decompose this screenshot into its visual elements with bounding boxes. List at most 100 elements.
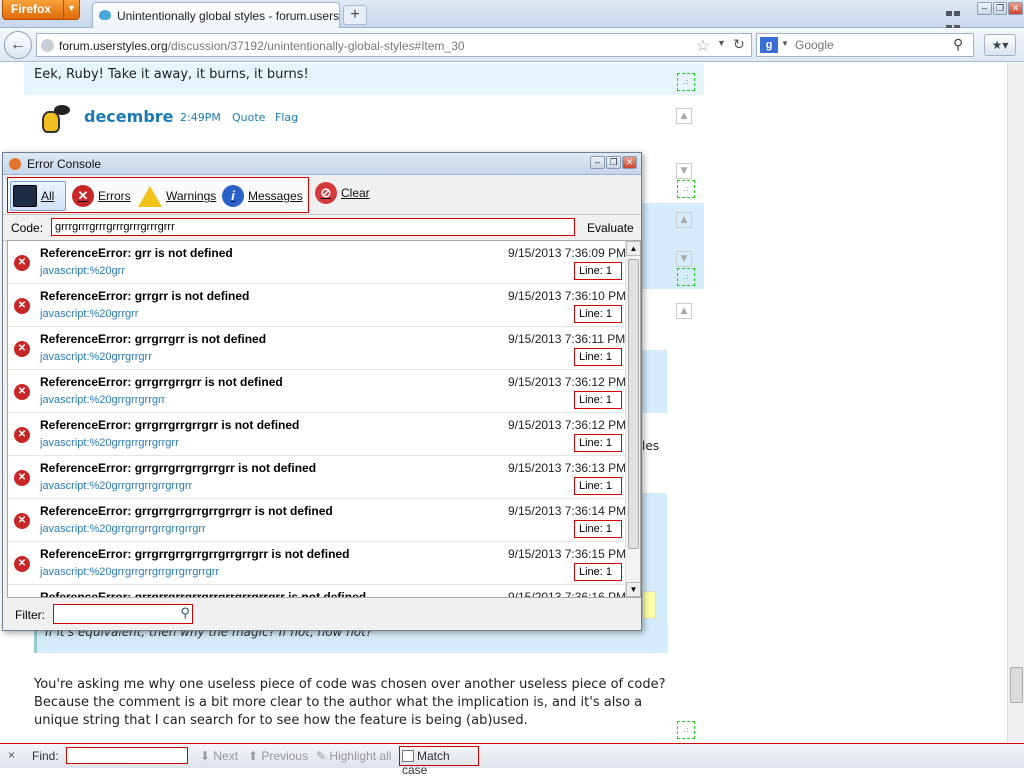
log-entry[interactable]: ✕ ReferenceError: grrgrrgrrgrrgrrgrr is n… [8, 456, 640, 499]
log-entry[interactable]: ✕ ReferenceError: grrgrrgrrgrr is not def… [8, 370, 640, 413]
close-icon[interactable]: × [8, 748, 15, 762]
error-source-link[interactable]: javascript:%20grrgrrgrrgrrgrrgrrgrrgrr [40, 566, 219, 578]
error-source-link[interactable]: javascript:%20grrgrrgrrgrrgrr [40, 437, 179, 449]
comment-header: decembre 2:49PM Quote Flag [24, 103, 704, 143]
code-scroll-down-icon[interactable]: ▼ [676, 163, 692, 179]
code-scroll-up-icon[interactable]: ▲ [676, 108, 692, 124]
scroll-up-icon[interactable]: ▲ [626, 241, 640, 256]
error-message: ReferenceError: grr is not defined [40, 246, 233, 260]
bookmarks-menu-button[interactable]: ★▾ [984, 34, 1016, 56]
url-bar[interactable]: forum.userstyles.org/discussion/37192/un… [36, 33, 752, 57]
close-icon[interactable]: ✕ [1008, 2, 1024, 15]
highlight-all-button[interactable]: ✎ Highlight all [316, 749, 391, 763]
filter-errors-label: Errors [98, 189, 131, 203]
error-source-link[interactable]: javascript:%20grrgrr [40, 308, 138, 320]
navigation-toolbar: ← forum.userstyles.org/discussion/37192/… [0, 28, 1024, 62]
url-text[interactable]: forum.userstyles.org/discussion/37192/un… [59, 39, 465, 53]
code-scroll-up-icon[interactable]: ▲ [676, 303, 692, 319]
error-timestamp: 9/15/2013 7:36:13 PM [508, 461, 627, 475]
error-icon: ✕ [14, 255, 30, 271]
search-bar: g ▼ ⚲ [756, 33, 974, 57]
highlighter-icon: ✎ [316, 749, 330, 763]
resize-grip-icon[interactable]: .: [677, 73, 695, 91]
error-message: ReferenceError: grrgrr is not defined [40, 289, 250, 303]
filter-label: Filter: [15, 608, 45, 622]
console-titlebar[interactable]: Error Console – ❐ ✕ [3, 153, 641, 175]
url-history-chevron-icon[interactable]: ▼ [717, 38, 726, 48]
filter-messages-button[interactable]: i Messages [222, 181, 303, 211]
scrollbar-thumb[interactable] [628, 259, 639, 549]
flag-link[interactable]: Flag [275, 111, 298, 124]
error-source-link[interactable]: javascript:%20grrgrrgrr [40, 351, 152, 363]
error-timestamp: 9/15/2013 7:36:14 PM [508, 504, 627, 518]
minimize-icon[interactable]: – [590, 156, 605, 169]
checkbox-icon[interactable] [402, 750, 414, 762]
filter-input[interactable]: ⚲ [53, 604, 193, 624]
tab-groups-icon[interactable] [945, 6, 961, 30]
magnifier-icon[interactable]: ⚲ [180, 605, 190, 621]
filter-messages-label: Messages [248, 189, 303, 203]
scrollbar-thumb[interactable] [1010, 667, 1023, 703]
new-tab-button[interactable]: + [343, 5, 367, 25]
engine-chevron-down-icon[interactable]: ▼ [781, 39, 789, 48]
filter-row: Filter: ⚲ [3, 601, 641, 629]
google-engine-icon[interactable]: g [760, 37, 778, 53]
code-input[interactable] [51, 218, 575, 236]
firefox-menu-label: Firefox [11, 2, 52, 16]
browser-tab[interactable]: Unintentionally global styles - forum.us… [92, 2, 340, 28]
filter-all-button[interactable]: All [10, 181, 66, 211]
find-input[interactable] [66, 747, 188, 764]
close-icon[interactable]: ✕ [622, 156, 637, 169]
log-entry[interactable]: ✕ReferenceError: grrgrrgrrgrrgrrgrrgrrgr… [8, 542, 640, 585]
evaluate-button[interactable]: Evaluate [587, 221, 634, 235]
warning-icon [138, 185, 162, 207]
clear-button[interactable]: ⊘ Clear [315, 178, 370, 208]
chevron-down-icon[interactable]: ▼ [63, 0, 79, 19]
log-entry[interactable]: ✕ ReferenceError: grrgrrgrrgrrgrrgrrgrr i… [8, 499, 640, 542]
resize-grip-icon[interactable]: .: [677, 268, 695, 286]
log-entry[interactable]: ✕ ReferenceError: grrgrr is not defined ja… [8, 284, 640, 327]
avatar[interactable] [32, 103, 72, 143]
find-next-button[interactable]: ⬇ Next [200, 749, 238, 763]
firefox-menu-button[interactable]: Firefox ▼ [2, 0, 80, 20]
error-icon: ✕ [14, 556, 30, 572]
log-entry[interactable]: ✕ ReferenceError: grrgrrgrrgrrgrr is not … [8, 413, 640, 456]
find-previous-button[interactable]: ⬆ Previous [248, 749, 308, 763]
back-arrow-icon[interactable]: ← [4, 31, 32, 59]
filter-warnings-button[interactable]: Warnings [138, 181, 216, 211]
restore-icon[interactable]: ❐ [606, 156, 621, 169]
error-line: Line: 1 [574, 520, 622, 538]
error-source-link[interactable]: javascript:%20grrgrrgrrgrrgrrgrr [40, 480, 192, 492]
error-source-link[interactable]: javascript:%20grrgrrgrrgrrgrrgrrgrr [40, 523, 206, 535]
resize-grip-icon[interactable]: .: [677, 180, 695, 198]
minimize-icon[interactable]: – [977, 2, 992, 15]
log-entry[interactable]: ✕ ReferenceError: grr is not defined javas… [8, 241, 640, 284]
search-input[interactable] [793, 37, 943, 53]
resize-grip-icon[interactable]: .: [677, 721, 695, 739]
error-message: ReferenceError: grrgrrgrrgrr is not defi… [40, 375, 283, 389]
log-entry[interactable]: ✕ReferenceError: grrgrrgrrgrrgrrgrrgrrgr… [8, 585, 640, 597]
match-case-checkbox[interactable]: Match case [399, 746, 479, 777]
log-scrollbar[interactable]: ▲ ▼ [625, 241, 640, 597]
error-source-link[interactable]: javascript:%20grr [40, 265, 125, 277]
filter-errors-button[interactable]: ✕ Errors [72, 181, 131, 211]
quote-link[interactable]: Quote [232, 111, 265, 124]
author-name[interactable]: decembre [84, 107, 174, 126]
error-source-link[interactable]: javascript:%20grrgrrgrrgrr [40, 394, 165, 406]
console-log[interactable]: ✕ ReferenceError: grr is not defined javas… [7, 240, 641, 598]
window-controls: – ❐ ✕ [977, 2, 1024, 17]
reload-icon[interactable]: ↻ [733, 36, 745, 53]
scroll-down-icon[interactable]: ▼ [626, 582, 640, 597]
filter-warnings-label: Warnings [166, 189, 217, 203]
error-message: ReferenceError: grrgrrgrr is not defined [40, 332, 267, 346]
restore-icon[interactable]: ❐ [992, 2, 1008, 15]
star-icon[interactable]: ☆ [693, 36, 713, 55]
console-toolbar: All ✕ Errors Warnings i Messages ⊘ Clear [3, 175, 641, 215]
page-scrollbar[interactable] [1007, 63, 1024, 742]
magnifier-icon[interactable]: ⚲ [953, 36, 963, 53]
log-entry[interactable]: ✕ ReferenceError: grrgrrgrr is not define… [8, 327, 640, 370]
globe-icon[interactable] [41, 39, 54, 52]
code-scroll-down-icon[interactable]: ▼ [676, 251, 692, 267]
comment-time[interactable]: 2:49PM [180, 111, 221, 124]
code-scroll-up-icon[interactable]: ▲ [676, 212, 692, 228]
